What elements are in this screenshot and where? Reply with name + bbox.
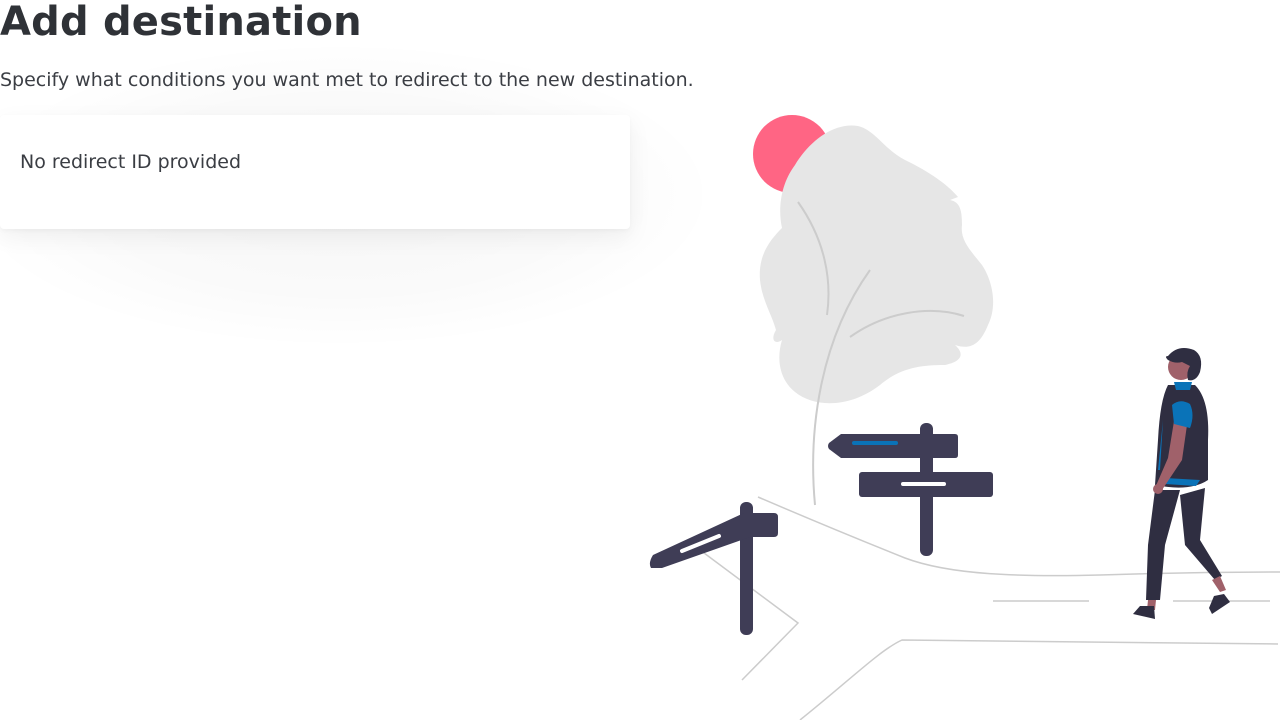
error-message: No redirect ID provided (20, 151, 242, 173)
person-figure (1133, 348, 1230, 619)
message-card: No redirect ID provided (0, 115, 630, 229)
page: Add destination Specify what conditions … (0, 0, 1280, 720)
page-title: Add destination (0, 0, 362, 45)
tree-foliage (759, 125, 994, 404)
right-signpost-top-board (828, 434, 958, 458)
road-lower-edge (799, 639, 1279, 720)
page-subtitle: Specify what conditions you want met to … (0, 69, 694, 91)
crossroads-illustration (649, 115, 1280, 720)
